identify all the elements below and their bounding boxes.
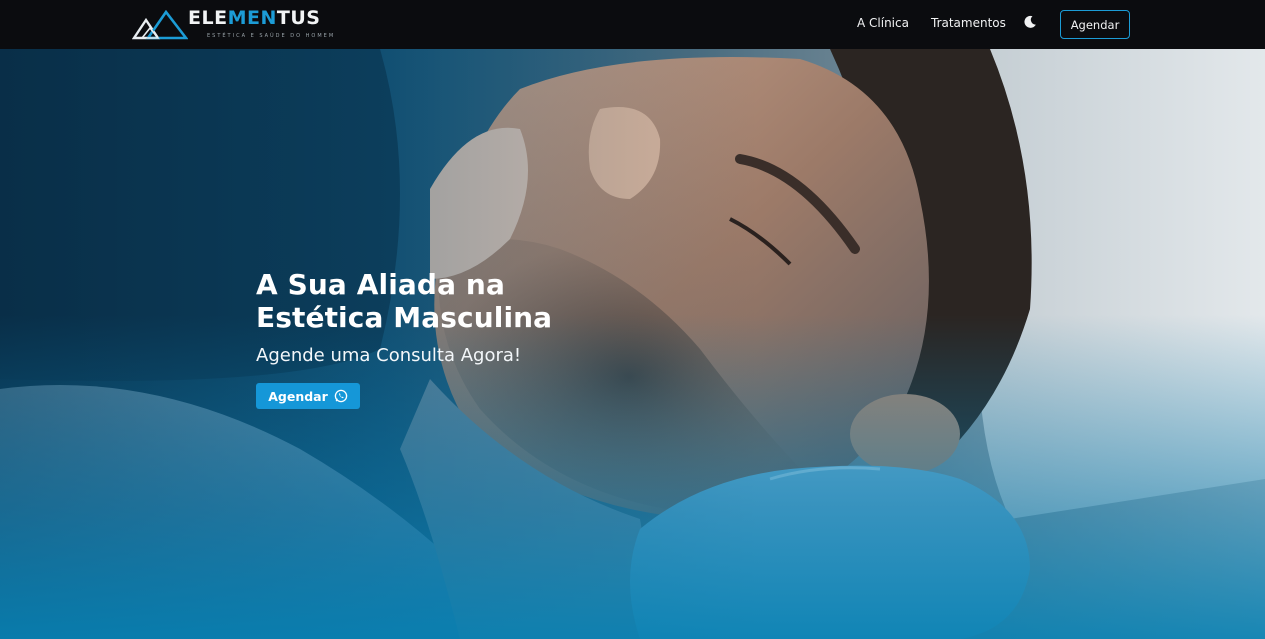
hero-title: A Sua Aliada na Estética Masculina — [256, 268, 676, 334]
hero-title-line-2: Estética Masculina — [256, 301, 553, 334]
hero-schedule-button[interactable]: Agendar — [256, 383, 360, 409]
hero-title-line-1: A Sua Aliada na — [256, 268, 505, 301]
hero-schedule-label: Agendar — [268, 388, 328, 404]
nav-link-tratamentos[interactable]: Tratamentos — [931, 16, 1006, 30]
site-header: ELEMENTUS ESTÉTICA E SAÚDE DO HOMEM A Cl… — [0, 0, 1265, 49]
moon-icon[interactable] — [1023, 15, 1037, 29]
hero-subtitle: Agende uma Consulta Agora! — [256, 345, 522, 366]
brand-name: ELEMENTUS — [188, 7, 321, 29]
hero-overlay — [0, 49, 1265, 639]
header-schedule-button[interactable]: Agendar — [1060, 10, 1130, 39]
brand-logo[interactable]: ELEMENTUS ESTÉTICA E SAÚDE DO HOMEM — [132, 7, 347, 43]
brand-tagline: ESTÉTICA E SAÚDE DO HOMEM — [207, 33, 336, 39]
mountain-logo-icon — [132, 10, 188, 40]
whatsapp-icon — [334, 389, 348, 403]
hero-section: A Sua Aliada na Estética Masculina Agend… — [0, 49, 1265, 639]
nav-link-a-clinica[interactable]: A Clínica — [857, 16, 909, 30]
